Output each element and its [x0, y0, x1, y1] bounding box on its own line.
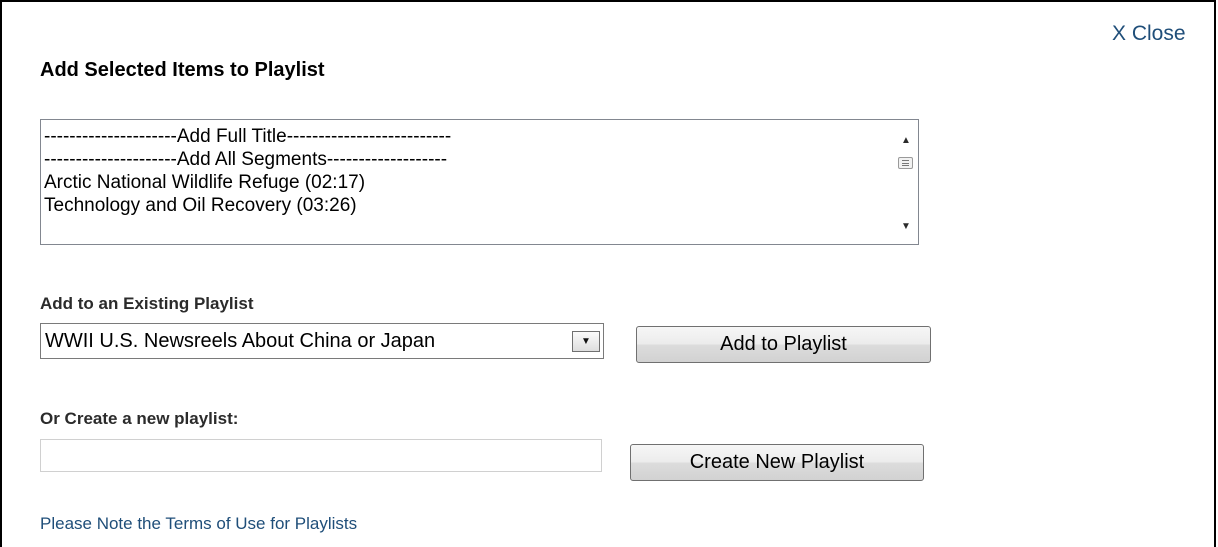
- create-new-playlist-button[interactable]: Create New Playlist: [630, 444, 924, 481]
- chevron-down-icon[interactable]: ▼: [572, 331, 600, 352]
- selected-playlist-value: WWII U.S. Newsreels About China or Japan: [45, 330, 436, 352]
- add-to-playlist-dialog: X Close Add Selected Items to Playlist -…: [0, 0, 1216, 547]
- new-playlist-label: Or Create a new playlist:: [40, 409, 239, 428]
- new-playlist-name-input[interactable]: [40, 439, 602, 472]
- segments-listbox[interactable]: ---------------------Add Full Title-----…: [40, 119, 919, 245]
- scrollbar-thumb[interactable]: [898, 157, 913, 169]
- existing-playlist-select[interactable]: WWII U.S. Newsreels About China or Japan…: [40, 323, 604, 359]
- list-option-segment[interactable]: Arctic National Wildlife Refuge (02:17): [44, 171, 894, 194]
- list-option-segment[interactable]: Technology and Oil Recovery (03:26): [44, 194, 894, 217]
- close-link[interactable]: X Close: [1112, 22, 1186, 46]
- list-option-add-full-title[interactable]: ---------------------Add Full Title-----…: [44, 125, 894, 148]
- segments-options: ---------------------Add Full Title-----…: [44, 125, 894, 217]
- dialog-title: Add Selected Items to Playlist: [40, 59, 325, 81]
- arrow-down-icon[interactable]: ▼: [895, 217, 917, 237]
- list-option-add-all-segments[interactable]: ---------------------Add All Segments---…: [44, 148, 894, 171]
- add-to-playlist-button[interactable]: Add to Playlist: [636, 326, 931, 363]
- existing-playlist-label: Add to an Existing Playlist: [40, 294, 254, 313]
- listbox-scrollbar[interactable]: ▲ ▼: [895, 121, 917, 243]
- terms-of-use-link[interactable]: Please Note the Terms of Use for Playlis…: [40, 514, 357, 534]
- arrow-up-icon[interactable]: ▲: [895, 131, 917, 151]
